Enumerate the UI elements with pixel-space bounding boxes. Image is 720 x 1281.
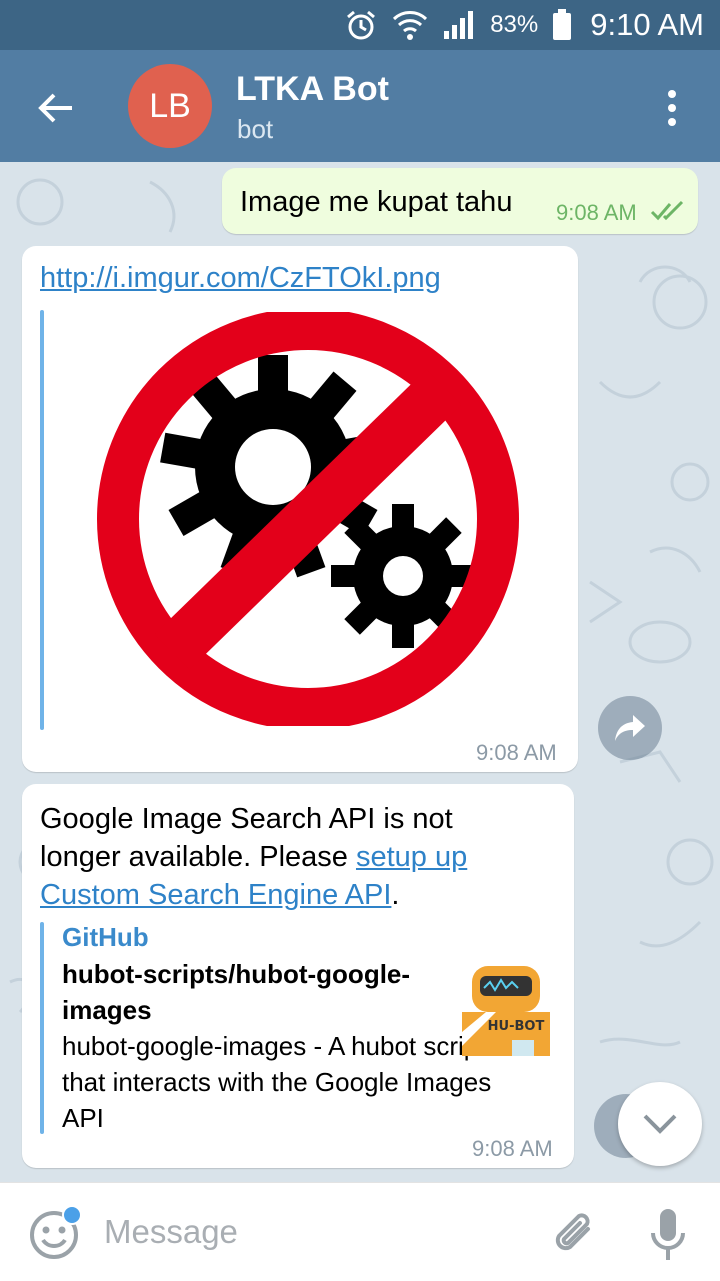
attach-icon [555, 1213, 590, 1251]
attach-button[interactable] [550, 1207, 600, 1261]
preview-bar [40, 922, 44, 1134]
chat-title[interactable]: LTKA Bot [236, 70, 389, 109]
wifi-icon [392, 9, 428, 41]
preview-description: hubot-google-images - A hubot script tha… [62, 1031, 492, 1133]
message-time: 9:08 AM [476, 740, 557, 765]
double-check-icon [650, 200, 684, 221]
message-composer [0, 1182, 720, 1281]
message-text: Google Image Search API is not longer av… [40, 803, 468, 911]
notification-dot [62, 1205, 82, 1225]
chat-subtitle: bot [237, 114, 274, 144]
message-time: 9:08 AM [556, 200, 637, 225]
share-arrow-icon [615, 715, 645, 741]
more-options-button[interactable] [660, 86, 684, 130]
message-time: 9:08 AM [472, 1136, 553, 1161]
incoming-text-message[interactable]: Google Image Search API is not longer av… [22, 784, 574, 1168]
no-gears-icon[interactable] [88, 312, 528, 726]
hubot-robot-icon[interactable]: HU-BOT [456, 962, 556, 1062]
clock: 9:10 AM [590, 7, 704, 42]
chat-header: LB LTKA Bot bot [0, 50, 720, 162]
back-arrow-icon [38, 93, 72, 123]
battery-icon [552, 9, 572, 41]
battery-percent: 83% [490, 11, 539, 38]
share-button[interactable] [598, 696, 662, 760]
mic-button[interactable] [650, 1207, 686, 1263]
status-bar: 83% 9:10 AM [0, 0, 720, 50]
outgoing-message[interactable]: Image me kupat tahu 9:08 AM [222, 168, 698, 234]
svg-text:HU-BOT: HU-BOT [488, 1019, 545, 1034]
preview-site-name: GitHub [62, 922, 149, 952]
message-text: Image me kupat tahu [240, 186, 513, 218]
signal-icon [442, 9, 476, 41]
image-link[interactable]: http://i.imgur.com/CzFTOkI.png [40, 262, 441, 295]
back-button[interactable] [34, 86, 78, 130]
avatar[interactable]: LB [128, 64, 212, 148]
mic-icon [651, 1209, 685, 1260]
preview-title[interactable]: hubot-scripts/hubot-google-images [62, 956, 422, 1028]
scroll-down-button[interactable] [618, 1082, 702, 1166]
chat-area[interactable]: Image me kupat tahu 9:08 AM http://i.img… [0, 162, 720, 1182]
chevron-down-icon [643, 1114, 677, 1134]
more-vert-icon [668, 90, 676, 126]
preview-bar [40, 310, 44, 730]
alarm-icon [344, 8, 378, 42]
incoming-image-message[interactable]: http://i.imgur.com/CzFTOkI.png 9:08 AM [22, 246, 578, 772]
message-input[interactable] [104, 1207, 524, 1257]
